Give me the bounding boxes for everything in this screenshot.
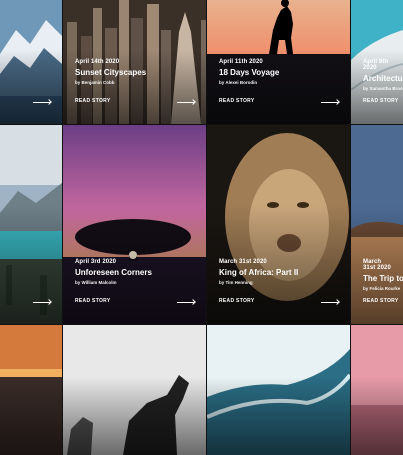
read-story-link[interactable]: READ STORY [75, 298, 111, 304]
arrow-icon[interactable] [33, 299, 51, 305]
card-date: April 9th 2020 [363, 59, 389, 71]
story-card-5[interactable]: March 31st 2020 King of Africa: Part II … [207, 125, 350, 324]
card-title[interactable]: Sunset Cityscapes [75, 68, 196, 77]
story-card-1[interactable]: April 14th 2020 Sunset Cityscapes by Ben… [63, 0, 206, 124]
glacier-lake-image [0, 125, 62, 324]
card-date: March 31st 2020 [219, 259, 267, 265]
arrow-icon[interactable] [321, 299, 339, 305]
ocean-wave-image [207, 325, 350, 455]
card-date: April 3rd 2020 [75, 259, 117, 265]
card-date: April 11th 2020 [219, 59, 263, 65]
card-date: April 14th 2020 [75, 59, 120, 65]
card-title[interactable]: Unforeseen Corners [75, 268, 196, 277]
sunset-sea-image [0, 325, 62, 455]
card-title[interactable]: Architectural Wonders [363, 74, 403, 83]
story-card-mountain-lake-top[interactable] [0, 0, 62, 124]
tree-sunset-image [63, 125, 206, 324]
story-card-3[interactable]: April 9th 2020 Architectural Wonders by … [351, 0, 403, 124]
card-author: by Samantha Brooke [363, 86, 403, 91]
snowy-mountain-image [0, 0, 62, 124]
pink-sky-image [351, 325, 403, 455]
card-author: by Felicia Rourke [363, 286, 401, 291]
read-story-link[interactable]: READ STORY [219, 298, 255, 304]
lion-image [207, 125, 350, 324]
arrow-icon[interactable] [33, 99, 51, 105]
card-title[interactable]: 18 Days Voyage [219, 68, 340, 77]
story-card-wave[interactable] [207, 325, 350, 455]
read-story-link[interactable]: READ STORY [363, 98, 399, 104]
story-card-4[interactable]: April 3rd 2020 Unforeseen Corners by Wil… [63, 125, 206, 324]
story-grid: April 14th 2020 Sunset Cityscapes by Ben… [0, 0, 403, 455]
card-author: by Tim Henning [219, 280, 253, 285]
card-author: by William Malcolm [75, 280, 117, 285]
arrow-icon[interactable] [177, 99, 195, 105]
read-story-link[interactable]: READ STORY [75, 98, 111, 104]
desert-tree-image [351, 125, 403, 324]
story-card-6[interactable]: March 31st 2020 The Trip to Iceland by F… [351, 125, 403, 324]
card-date: March 31st 2020 [363, 259, 391, 271]
read-story-link[interactable]: READ STORY [219, 98, 255, 104]
story-card-sunset-sea[interactable] [0, 325, 62, 455]
arrow-icon[interactable] [177, 299, 195, 305]
card-author: by Benjamin Cobb [75, 80, 115, 85]
story-card-glacier-lake[interactable] [0, 125, 62, 324]
story-card-2[interactable]: April 11th 2020 18 Days Voyage by Alexei… [207, 0, 350, 124]
story-card-pink-sky[interactable] [351, 325, 403, 455]
story-card-horses[interactable] [63, 325, 206, 455]
card-title[interactable]: King of Africa: Part II [219, 268, 340, 277]
horses-image [63, 325, 206, 455]
card-author: by Alexei Borodin [219, 80, 258, 85]
card-title[interactable]: The Trip to Iceland [363, 274, 403, 283]
arrow-icon[interactable] [321, 99, 339, 105]
read-story-link[interactable]: READ STORY [363, 298, 399, 304]
